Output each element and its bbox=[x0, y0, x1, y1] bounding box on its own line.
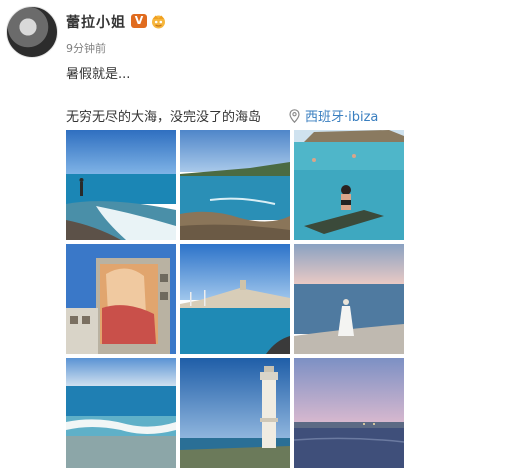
photo-mural-building[interactable] bbox=[66, 244, 176, 354]
photo-woman-on-float[interactable] bbox=[294, 130, 404, 240]
location-pin-icon bbox=[289, 108, 300, 123]
post-text-line-2: 无穷无尽的大海，没完没了的海岛 bbox=[66, 110, 262, 125]
photo-coastal-cliffs[interactable] bbox=[180, 130, 290, 240]
author-name[interactable]: 蕾拉小姐 bbox=[66, 12, 126, 32]
avatar[interactable] bbox=[6, 6, 58, 58]
photo-sea-waves[interactable] bbox=[66, 358, 176, 468]
photo-grid bbox=[66, 130, 404, 468]
post-text-line-1: 暑假就是... bbox=[66, 67, 131, 82]
verified-icon: V bbox=[131, 14, 147, 28]
photo-harbor-town[interactable] bbox=[180, 244, 290, 354]
photo-woman-white-dress[interactable] bbox=[294, 244, 404, 354]
post-timestamp[interactable]: 9分钟前 bbox=[66, 40, 106, 56]
location-link[interactable]: 西班牙·ibiza bbox=[289, 106, 378, 125]
photo-dusk-shore[interactable] bbox=[294, 358, 404, 468]
photo-beach-person[interactable] bbox=[66, 130, 176, 240]
photo-lighthouse[interactable] bbox=[180, 358, 290, 468]
location-label[interactable]: 西班牙·ibiza bbox=[305, 106, 378, 125]
crown-member-icon[interactable] bbox=[150, 13, 167, 29]
